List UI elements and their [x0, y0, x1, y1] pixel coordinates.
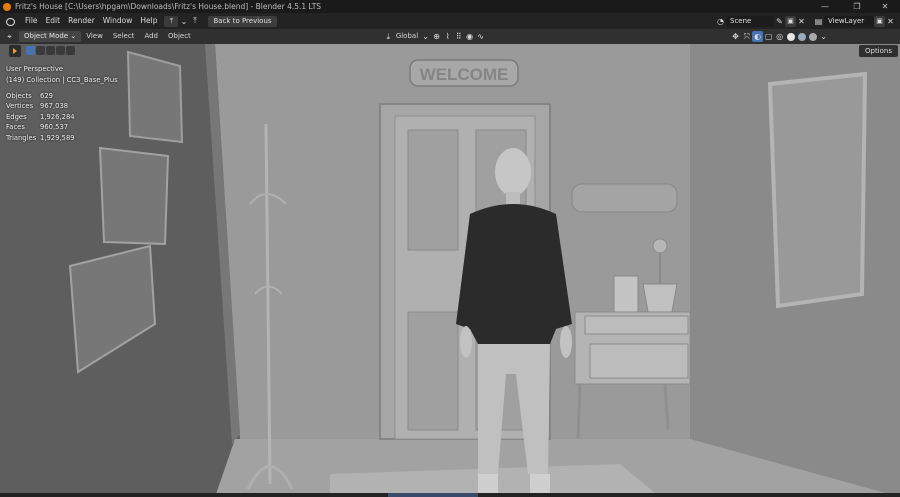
- pin-icon[interactable]: ✎: [774, 16, 785, 27]
- menu-select[interactable]: Select: [108, 29, 140, 44]
- view-name: User Perspective: [6, 65, 64, 73]
- window-title: Fritz's House [C:\Users\hpgam\Downloads\…: [15, 2, 322, 11]
- minimize-button[interactable]: —: [810, 0, 840, 13]
- welcome-sign-text: WELCOME: [420, 65, 509, 84]
- viewport-info: User Perspective (149) Collection | CC3_…: [6, 64, 118, 85]
- stat-value: 1,929,589: [40, 133, 75, 142]
- rendered-shading-icon[interactable]: [808, 32, 817, 41]
- workspace-icon[interactable]: ⤒: [164, 15, 179, 27]
- stat-value: 629: [40, 92, 53, 100]
- scene-render: WELCOME: [0, 44, 900, 497]
- proportional-edit-icon[interactable]: ◉: [464, 31, 475, 42]
- viewport-header: ⌖ Object Mode ⌄ View Select Add Object ⤓…: [0, 29, 900, 44]
- select-intersect-icon[interactable]: [66, 46, 75, 55]
- solid-shading-icon[interactable]: [786, 32, 795, 41]
- stat-row: Vertices 967,038: [6, 101, 75, 111]
- scene-field[interactable]: Scene: [726, 15, 774, 27]
- stat-value: 1,926,284: [40, 112, 75, 121]
- taskbar-item[interactable]: [388, 493, 478, 497]
- menu-add[interactable]: Add: [139, 29, 163, 44]
- orientation-dropdown[interactable]: Global: [394, 29, 420, 44]
- collection-info: (149) Collection | CC3_Base_Plus: [6, 75, 118, 84]
- overlay-toggle-icon[interactable]: ◐: [752, 31, 764, 42]
- maximize-button[interactable]: ❐: [842, 0, 872, 13]
- shading-options-icon[interactable]: ⌄: [818, 31, 829, 42]
- close-button[interactable]: ✕: [870, 0, 900, 13]
- menu-view[interactable]: View: [81, 29, 108, 44]
- options-dropdown[interactable]: Options: [858, 45, 898, 57]
- select-invert-icon[interactable]: [56, 46, 65, 55]
- select-extend-icon[interactable]: [36, 46, 45, 55]
- viewlayer-icon[interactable]: ▤: [813, 16, 824, 27]
- select-subtract-icon[interactable]: [46, 46, 55, 55]
- material-shading-icon[interactable]: [797, 32, 806, 41]
- stat-row: Faces 960,537: [6, 122, 75, 132]
- object-mode-dropdown[interactable]: Object Mode ⌄: [19, 31, 82, 42]
- menu-window[interactable]: Window: [99, 13, 137, 29]
- upload-icon[interactable]: ⤒: [189, 16, 200, 27]
- 3d-viewport[interactable]: WELCOME Options User Perspective (149) C…: [0, 44, 900, 497]
- select-mode-group: [26, 46, 75, 55]
- menu-file[interactable]: File: [21, 13, 42, 29]
- wireframe-shading-icon[interactable]: ◎: [774, 31, 785, 42]
- stat-row: Objects 629: [6, 91, 75, 101]
- stat-value: 960,537: [40, 123, 69, 132]
- new-viewlayer-icon[interactable]: ▣: [874, 15, 885, 27]
- back-to-previous-button[interactable]: Back to Previous: [208, 15, 277, 27]
- snap-icon[interactable]: ⌇: [442, 31, 453, 42]
- menu-edit[interactable]: Edit: [42, 13, 65, 29]
- stat-row: Triangles 1,929,589: [6, 133, 75, 143]
- stat-label: Triangles: [6, 133, 37, 142]
- menu-render[interactable]: Render: [64, 13, 99, 29]
- blender-logo-icon: [3, 2, 11, 11]
- delete-viewlayer-icon[interactable]: ✕: [885, 16, 896, 27]
- cursor-icon: [13, 48, 17, 54]
- chevron-down-icon[interactable]: ⌄: [420, 31, 431, 42]
- falloff-icon[interactable]: ∿: [475, 31, 486, 42]
- stat-label: Objects: [6, 92, 32, 100]
- scene-icon[interactable]: ◔: [715, 16, 726, 27]
- delete-scene-icon[interactable]: ✕: [796, 16, 807, 27]
- object-mode-label: Object Mode: [24, 32, 69, 40]
- xray-icon[interactable]: ▢: [763, 31, 774, 42]
- new-scene-icon[interactable]: ▣: [785, 15, 796, 27]
- stat-label: Faces: [6, 123, 25, 132]
- chevron-down-icon[interactable]: ⌄: [178, 16, 189, 27]
- stat-label: Vertices: [6, 102, 34, 111]
- select-new-icon[interactable]: [26, 46, 35, 55]
- visibility-icon[interactable]: ✥: [730, 31, 741, 42]
- gizmo-icon[interactable]: ⤧: [741, 31, 752, 42]
- scene-selector-area: ◔ Scene ✎ ▣ ✕ ▤ ViewLayer ▣ ✕: [715, 13, 900, 29]
- stat-row: Edges 1,926,284: [6, 112, 75, 122]
- select-tool-button[interactable]: [9, 45, 21, 57]
- status-bar: [0, 493, 900, 497]
- scene-statistics: Objects 629 Vertices 967,038 Edges 1,926,28…: [6, 91, 75, 143]
- stat-value: 967,038: [40, 102, 69, 111]
- blender-menu-icon[interactable]: [4, 16, 16, 26]
- title-bar: Fritz's House [C:\Users\hpgam\Downloads\…: [0, 0, 900, 13]
- viewlayer-field[interactable]: ViewLayer: [824, 15, 874, 27]
- snap-target-icon[interactable]: ⠿: [453, 31, 464, 42]
- menu-object[interactable]: Object: [163, 29, 196, 44]
- pivot-icon[interactable]: ⊕: [431, 31, 442, 42]
- menu-help[interactable]: Help: [136, 13, 161, 29]
- editor-type-icon[interactable]: ⌖: [4, 31, 15, 42]
- orientation-icon[interactable]: ⤓: [383, 31, 394, 42]
- stat-label: Edges: [6, 112, 27, 121]
